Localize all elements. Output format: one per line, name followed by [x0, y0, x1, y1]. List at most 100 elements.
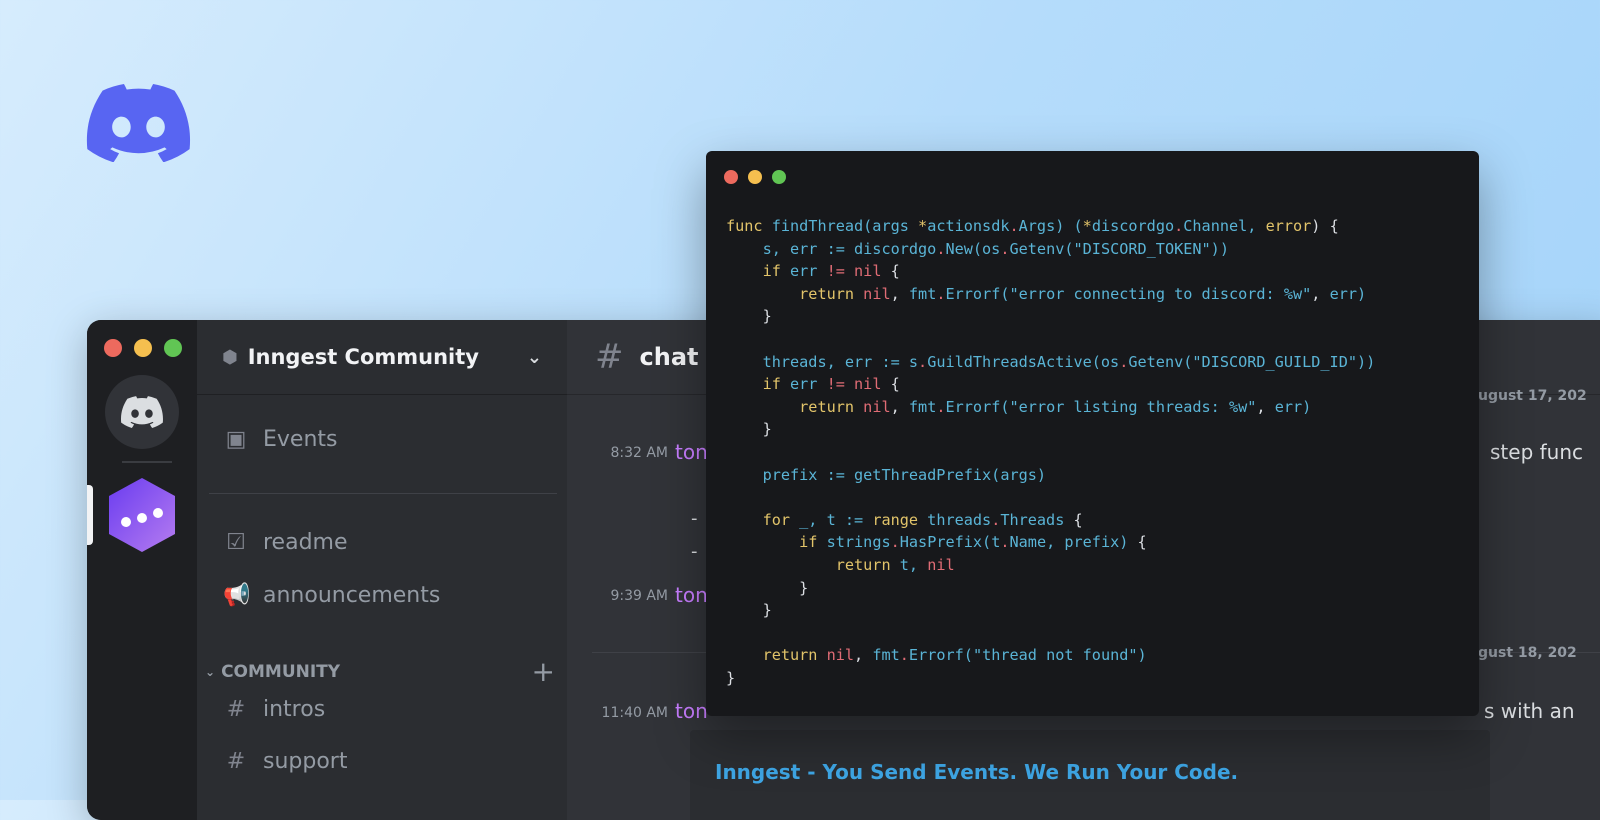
code-token: , — [890, 397, 909, 416]
hash-icon: # — [595, 337, 624, 377]
checklist-icon: ☑ — [226, 530, 246, 555]
code-token: != — [826, 375, 845, 394]
code-token: err — [780, 262, 827, 281]
selected-server-indicator — [87, 485, 93, 545]
message-timestamp: 11:40 AM — [601, 705, 668, 721]
code-token: t, — [890, 555, 928, 574]
close-window-button[interactable] — [724, 170, 738, 184]
code-token: strings — [817, 533, 891, 552]
code-line: } — [726, 577, 1375, 600]
date-divider: gust 18, 202 — [1478, 645, 1577, 661]
code-token: Getenv( — [1128, 352, 1193, 371]
rail-divider — [122, 461, 172, 463]
code-token: if — [762, 375, 781, 394]
code-token: . — [936, 397, 946, 416]
code-token: err — [780, 375, 827, 394]
code-token: GuildThreadsActive(os — [927, 352, 1120, 371]
code-token: , — [1311, 284, 1330, 303]
code-token: return — [762, 646, 818, 665]
maximize-window-button[interactable] — [772, 170, 786, 184]
sidebar-item-support[interactable]: # support — [223, 749, 348, 774]
code-token: * — [1082, 217, 1092, 235]
code-token: nil — [927, 555, 955, 574]
message-author[interactable]: ton — [675, 440, 708, 464]
hash-icon: # — [226, 697, 246, 722]
minimize-window-button[interactable] — [134, 339, 152, 357]
sidebar-item-readme[interactable]: ☑ readme — [223, 530, 348, 555]
code-token: fmt — [908, 284, 937, 303]
code-token: . — [918, 352, 928, 371]
code-token: Errorf( — [945, 397, 1010, 416]
code-token: err) — [1274, 397, 1312, 416]
code-token: } — [726, 307, 772, 326]
code-line: func findThread(args *actionsdk.Args) (*… — [726, 215, 1375, 238]
code-token: nil — [844, 375, 882, 394]
category-community[interactable]: ⌄ COMMUNITY + — [205, 655, 555, 688]
code-token: . — [890, 533, 900, 552]
sidebar-item-announcements[interactable]: 📢 announcements — [223, 583, 440, 608]
code-token: "DISCORD_GUILD_ID" — [1192, 352, 1357, 371]
channel-name: chat — [639, 343, 699, 371]
code-token: discordgo — [1091, 217, 1175, 235]
sidebar-item-label: intros — [263, 697, 326, 722]
link-embed: Inngest - You Send Events. We Run Your C… — [690, 730, 1490, 820]
code-line: prefix := getThreadPrefix(args) — [726, 464, 1375, 487]
code-token: , — [1256, 397, 1275, 416]
inngest-server-icon[interactable] — [109, 478, 175, 552]
category-label: COMMUNITY — [221, 661, 341, 682]
forum-icon: # — [226, 749, 246, 774]
minimize-window-button[interactable] — [748, 170, 762, 184]
sidebar-item-label: readme — [263, 530, 348, 555]
code-token: Errorf( — [908, 646, 973, 665]
sidebar-item-intros[interactable]: # intros — [223, 697, 325, 722]
code-token: s, err := discordgo — [762, 239, 937, 258]
code-token: ) — [1137, 646, 1147, 665]
maximize-window-button[interactable] — [164, 339, 182, 357]
server-settings-icon: ⬢ — [222, 346, 238, 368]
code-token: if — [762, 262, 781, 281]
code-token: "error connecting to discord: %w" — [1009, 284, 1312, 303]
code-line: } — [726, 418, 1375, 441]
message-author[interactable]: ton — [675, 583, 708, 607]
add-channel-icon[interactable]: + — [532, 655, 555, 688]
server-header[interactable]: ⬢ Inngest Community ⌄ — [197, 320, 567, 395]
code-token: . — [1000, 533, 1010, 552]
close-window-button[interactable] — [104, 339, 122, 357]
sidebar-item-events[interactable]: ▣ Events — [223, 427, 338, 452]
code-token: . — [1009, 217, 1019, 235]
code-token: Errorf( — [945, 284, 1010, 303]
code-token: . — [899, 646, 909, 665]
code-token: HasPrefix(t — [899, 533, 1001, 552]
calendar-icon: ▣ — [225, 427, 247, 452]
code-token: nil — [854, 397, 891, 416]
code-token: error — [1265, 217, 1312, 235]
code-token: { — [881, 375, 900, 394]
code-token: findThread(args — [762, 217, 919, 235]
code-token: fmt — [872, 646, 900, 665]
code-token: Getenv( — [1009, 239, 1074, 258]
date-divider: ugust 17, 202 — [1478, 388, 1587, 404]
code-token: return — [835, 555, 891, 574]
code-token: } — [726, 601, 772, 620]
chevron-down-icon[interactable]: ⌄ — [527, 347, 542, 368]
code-token: return — [799, 397, 855, 416]
code-token: New(os — [945, 239, 1001, 258]
home-button[interactable] — [105, 375, 179, 449]
code-token: )) — [1356, 352, 1376, 371]
message-author[interactable]: ton — [675, 699, 708, 723]
code-token: for — [762, 510, 791, 529]
code-block: func findThread(args *actionsdk.Args) (*… — [726, 215, 1375, 689]
code-token: != — [826, 262, 845, 281]
code-line: if err != nil { — [726, 260, 1375, 283]
code-token: { — [1064, 510, 1083, 529]
embed-title-link[interactable]: Inngest - You Send Events. We Run Your C… — [715, 760, 1238, 784]
code-token: { — [1128, 533, 1147, 552]
